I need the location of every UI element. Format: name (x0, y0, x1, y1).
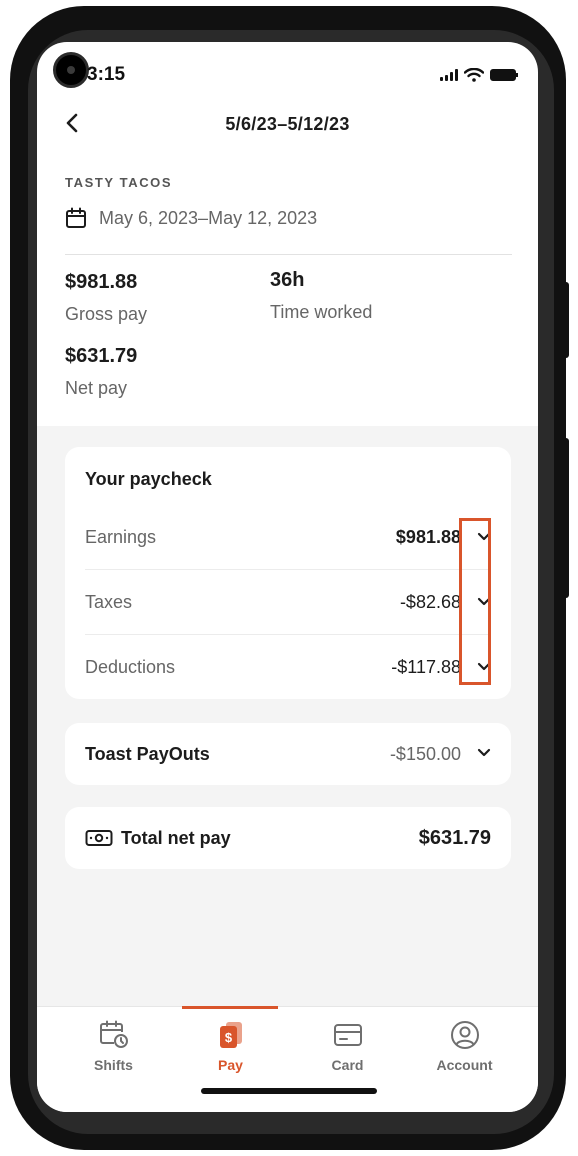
total-net-pay-row: Total net pay $631.79 (85, 807, 491, 869)
gross-pay-stat: $981.88 Gross pay (65, 271, 147, 325)
wifi-icon (464, 68, 484, 82)
time-worked-label: Time worked (270, 302, 373, 322)
taxes-amount: -$82.68 (399, 591, 461, 612)
battery-icon (490, 69, 518, 81)
svg-text:$: $ (224, 1030, 232, 1045)
chevron-down-icon[interactable] (477, 745, 491, 763)
deductions-row[interactable]: Deductions -$117.88 (85, 635, 491, 699)
signal-icon (440, 69, 458, 81)
date-range: May 6, 2023–May 12, 2023 (99, 207, 318, 228)
tab-pay[interactable]: $ Pay (172, 1007, 289, 1087)
deductions-label: Deductions (85, 656, 176, 677)
net-pay-value: $631.79 (65, 345, 138, 367)
tab-shifts-label: Shifts (94, 1057, 133, 1073)
total-net-pay-title: Total net pay (121, 827, 231, 848)
time-worked-stat: 36h Time worked (270, 269, 372, 323)
paycheck-title: Your paycheck (85, 469, 212, 489)
front-camera (53, 52, 89, 88)
highlight-box (459, 518, 491, 685)
deductions-amount: -$117.88 (391, 656, 461, 677)
total-net-pay-card: Total net pay $631.79 (65, 807, 511, 869)
earnings-row[interactable]: Earnings $981.88 (85, 505, 491, 569)
calendar-icon (66, 207, 86, 228)
payouts-title: Toast PayOuts (85, 743, 210, 764)
bottom-nav: Shifts $ Pay Card Account (37, 1006, 538, 1112)
tab-account-label: Account (436, 1057, 493, 1073)
pay-icon: $ (219, 1022, 242, 1048)
tab-shifts[interactable]: Shifts (55, 1007, 172, 1087)
restaurant-name: TASTY TACOS (65, 175, 173, 190)
tab-account[interactable]: Account (406, 1007, 523, 1087)
payouts-card[interactable]: Toast PayOuts -$150.00 (65, 723, 511, 785)
tab-card[interactable]: Card (289, 1007, 406, 1087)
calendar-clock-icon (99, 1020, 128, 1048)
divider (65, 254, 512, 255)
gross-pay-label: Gross pay (65, 304, 148, 324)
payouts-amount: -$150.00 (389, 743, 461, 764)
time-worked-value: 36h (270, 269, 305, 291)
total-net-pay-amount: $631.79 (418, 826, 491, 849)
tab-pay-label: Pay (218, 1057, 243, 1073)
home-indicator[interactable] (201, 1088, 377, 1094)
app-screen: 3:15 5/6/23–5/12/23 TASTY TACOS May 6, 2… (37, 42, 538, 1112)
net-pay-stat: $631.79 Net pay (65, 345, 137, 399)
gross-pay-value: $981.88 (65, 271, 138, 293)
tab-card-label: Card (331, 1057, 364, 1073)
status-time: 3:15 (87, 64, 126, 85)
taxes-label: Taxes (85, 591, 133, 612)
nav-header: 5/6/23–5/12/23 (37, 106, 538, 146)
paycheck-card: Your paycheck Earnings $981.88 Taxes -$8… (65, 447, 511, 699)
page-title: 5/6/23–5/12/23 (225, 114, 350, 134)
status-bar: 3:15 (37, 42, 538, 106)
earnings-amount: $981.88 (395, 526, 461, 547)
power-button (563, 282, 569, 358)
status-icons (440, 68, 518, 82)
earnings-label: Earnings (85, 526, 157, 547)
account-icon (450, 1021, 479, 1049)
taxes-row[interactable]: Taxes -$82.68 (85, 570, 491, 634)
cash-icon (85, 830, 113, 846)
volume-button (563, 438, 569, 598)
payouts-row[interactable]: Toast PayOuts -$150.00 (85, 723, 491, 785)
card-icon (333, 1024, 362, 1046)
date-range-row: May 6, 2023–May 12, 2023 (65, 207, 317, 229)
net-pay-label: Net pay (65, 378, 128, 398)
